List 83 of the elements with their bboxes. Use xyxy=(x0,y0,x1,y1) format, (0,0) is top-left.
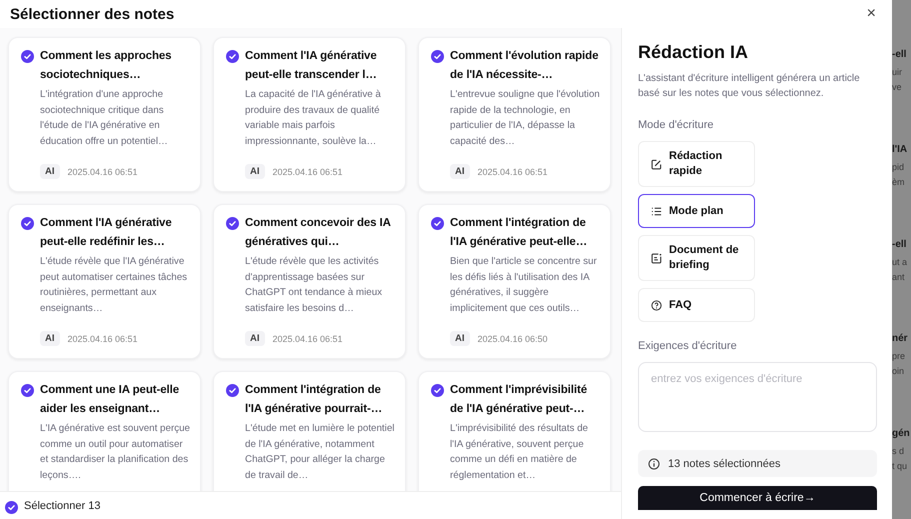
note-summary: L'imprévisibilité des résultats de l'IA générative, souvent perçue comme un défi en matière de réglementation et… xyxy=(450,422,589,482)
check-icon[interactable] xyxy=(226,384,239,397)
note-date: 2025.04.16 06:50 xyxy=(478,334,548,344)
info-text: 13 notes sélectionnées xyxy=(668,458,781,470)
list-icon xyxy=(651,206,662,216)
note-card[interactable]: Comment les approches sociotechniques… L'intégration d'une approche sociotechnique critique dans l'étude de l'IA générative en éducation offre un potentiel… AI 2025.04.16 06:51 xyxy=(8,37,201,192)
note-title: Comment l'évolution rapide de l'IA nécessite-… xyxy=(450,49,600,83)
document-icon xyxy=(651,252,662,264)
background-text: pid xyxy=(892,160,906,174)
background-text: pre xyxy=(892,350,906,364)
start-button[interactable]: Commencer à écrire→ xyxy=(638,486,877,510)
check-icon[interactable] xyxy=(21,217,34,230)
help-icon xyxy=(651,300,662,310)
note-summary: L'intégration d'une approche sociotechnique critique dans l'étude de l'IA générative en éducation offre un potentiel… xyxy=(40,88,169,148)
note-title: Comment l'IA générative peut-elle redéfinir les… xyxy=(40,216,173,250)
mode-option[interactable]: Document de briefing xyxy=(638,235,755,281)
background-text: uir xyxy=(892,66,904,79)
note-title: Comment l'intégration de l'IA générative peut-elle… xyxy=(450,216,588,250)
note-title: Comment l'imprévisibilité de l'IA générative peut-… xyxy=(450,383,588,417)
note-card[interactable]: Comment l'évolution rapide de l'IA nécessite-… L'entrevue souligne que l'évolution rapide de la technologie, en particulier de l'IA, dépasse la capacité des… AI 2025.04.16 06:51 xyxy=(418,37,611,192)
tag: AI xyxy=(450,164,470,179)
check-icon[interactable] xyxy=(21,384,34,397)
section-label: Mode d'écriture xyxy=(638,119,714,131)
note-date: 2025.04.16 06:51 xyxy=(272,334,343,344)
check-icon[interactable] xyxy=(226,50,239,63)
requirements-field[interactable]: entrez vos exigences d'écriture xyxy=(638,362,877,432)
background-text: gén xyxy=(892,427,911,442)
note-title: Comment une IA peut-elle aider les enseignant… xyxy=(40,383,180,417)
note-card[interactable]: Comment l'intégration de l'IA générative peut-elle… Bien que l'article se concentre sur les défis liés à l'utilisation des IA génératives, il suggère implicitement que ces outils… AI 2025.04.16 06:50 xyxy=(418,204,611,359)
background-text: ut a xyxy=(892,256,908,269)
background-text: t qu xyxy=(892,460,908,474)
background-text: -ell xyxy=(892,48,908,62)
edit-icon xyxy=(651,158,662,170)
tag: AI xyxy=(40,331,60,346)
select-all-label[interactable]: Sélectionner 13 xyxy=(24,500,100,512)
note-title: Comment l'intégration de l'IA générative pourrait-… xyxy=(245,383,384,417)
note-card[interactable]: Comment une IA peut-elle aider les enseignant… L'IA générative est souvent perçue comme un outil pour automatiser et standardiser la planification des leçons…. xyxy=(8,371,201,491)
note-date: 2025.04.16 06:51 xyxy=(272,166,343,176)
tag: AI xyxy=(245,331,264,346)
mode-option[interactable]: FAQ xyxy=(638,288,755,322)
note-card[interactable]: Comment l'IA générative peut-elle transcender l… La capacité de l'IA générative à produire des travaux de qualité variable mais parfois impressionnante, soulève la… AI 2025.04.16 06:51 xyxy=(213,37,406,192)
background-text: ve xyxy=(892,81,903,94)
note-summary: L'étude révèle que les activités d'apprentissage basées sur ChatGPT ont tendance à mieux satisfaire les besoins d… xyxy=(245,255,384,316)
check-icon[interactable] xyxy=(21,50,34,63)
note-summary: L'entrevue souligne que l'évolution rapide de la technologie, en particulier de l'IA, dépasse la capacité des… xyxy=(450,88,600,148)
background-text: ant xyxy=(892,270,906,284)
check-icon[interactable] xyxy=(431,50,444,63)
check-icon[interactable] xyxy=(5,500,18,514)
info-icon xyxy=(648,458,660,470)
note-title: Comment les approches sociotechniques… xyxy=(40,49,172,83)
tag: AI xyxy=(245,164,264,179)
tag: AI xyxy=(450,331,470,346)
note-card[interactable]: Comment l'imprévisibilité de l'IA générative peut-… L'imprévisibilité des résultats de l'IA générative, souvent perçue comme un défi en matière de réglementation et… xyxy=(418,371,611,491)
note-card[interactable]: Comment l'intégration de l'IA générative pourrait-… L'étude met en lumière le potentiel de l'IA générative, notamment ChatGPT, pour alléger la charge de travail de… xyxy=(213,371,406,491)
background-text: oin xyxy=(892,365,906,378)
tag: AI xyxy=(40,164,60,179)
note-title: Comment concevoir des IA génératives qui… xyxy=(245,216,392,250)
mode-option[interactable]: Mode plan xyxy=(638,194,755,228)
dialog-title: Sélectionner des notes xyxy=(10,6,174,22)
background-text: s d xyxy=(892,445,906,458)
note-summary: L'IA générative est souvent perçue comme un outil pour automatiser et standardiser la planification des leçons…. xyxy=(40,422,190,482)
note-summary: Bien que l'article se concentre sur les défis liés à l'utilisation des IA génératives, il suggère implicitement que ces outils… xyxy=(450,255,598,316)
check-icon[interactable] xyxy=(431,384,444,397)
check-icon[interactable] xyxy=(431,217,444,230)
mode-option[interactable]: Rédaction rapide xyxy=(638,141,755,187)
panel-title: Rédaction IA xyxy=(638,42,750,63)
background-text: nér xyxy=(892,332,909,346)
note-card[interactable]: Comment l'IA générative peut-elle redéfinir les… L'étude révèle que l'IA générative peut automatiser certaines tâches routinières, permettant aux enseignants… AI 2025.04.16 06:51 xyxy=(8,204,201,359)
panel-description: L'assistant d'écriture intelligent générera un article basé sur les notes que vous sélectionnez. xyxy=(638,72,861,101)
close-button[interactable]: × xyxy=(862,6,880,22)
check-icon[interactable] xyxy=(226,217,239,230)
note-summary: La capacité de l'IA générative à produire des travaux de qualité variable mais parfois impressionnante, soulève la… xyxy=(245,88,382,148)
note-date: 2025.04.16 06:51 xyxy=(478,166,548,176)
note-date: 2025.04.16 06:51 xyxy=(68,334,138,344)
note-card[interactable]: Comment concevoir des IA génératives qui… L'étude révèle que les activités d'apprentissage basées sur ChatGPT ont tendance à mieux satisfaire les besoins d… AI 2025.04.16 06:51 xyxy=(213,204,406,359)
note-date: 2025.04.16 06:51 xyxy=(68,166,138,176)
section-label: Exigences d'écriture xyxy=(638,340,738,352)
note-summary: L'étude révèle que l'IA générative peut automatiser certaines tâches routinières, permettant aux enseignants… xyxy=(40,255,188,316)
note-summary: L'étude met en lumière le potentiel de l'IA générative, notamment ChatGPT, pour alléger la charge de travail de… xyxy=(245,422,395,482)
background-text: -ell xyxy=(892,238,908,252)
background-text: l'IA xyxy=(892,142,908,157)
note-title: Comment l'IA générative peut-elle transcender l… xyxy=(245,49,378,83)
background-text: èm xyxy=(892,176,906,189)
